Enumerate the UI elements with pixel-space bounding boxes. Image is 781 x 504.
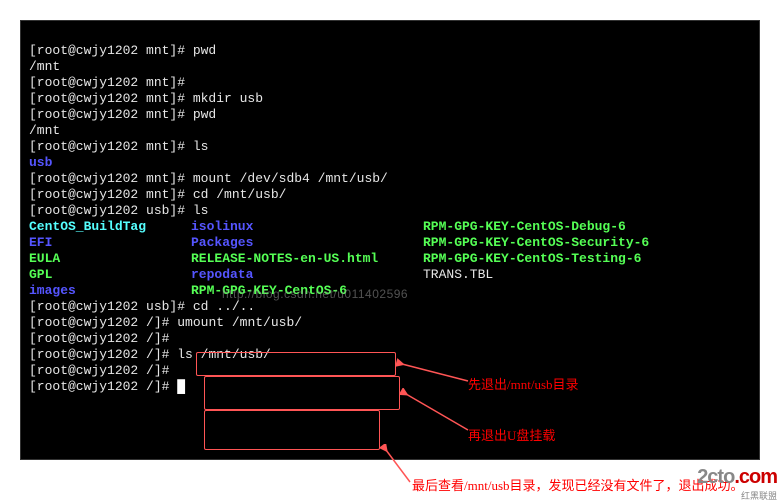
command-text: mount /dev/sdb4 /mnt/usb/ [193, 171, 388, 186]
file-entry: RPM-GPG-KEY-CentOS-Debug-6 [423, 219, 626, 235]
ls-row: GPLrepodataTRANS.TBL [29, 267, 751, 283]
shell-prompt: [root@cwjy1202 /]# [29, 331, 177, 346]
file-entry: RPM-GPG-KEY-CentOS-Security-6 [423, 235, 649, 251]
file-entry: repodata [191, 267, 423, 283]
shell-prompt: [root@cwjy1202 mnt]# [29, 43, 193, 58]
annotation-2: 再退出U盘挂载 [468, 428, 555, 444]
command-text: ls [193, 203, 209, 218]
file-entry: RPM-GPG-KEY-CentOS-Testing-6 [423, 251, 641, 267]
ls-row: CentOS_BuildTagisolinuxRPM-GPG-KEY-CentO… [29, 219, 751, 235]
shell-prompt: [root@cwjy1202 usb]# [29, 299, 193, 314]
terminal-line: [root@cwjy1202 mnt]# cd /mnt/usb/ [29, 187, 751, 203]
shell-prompt: [root@cwjy1202 mnt]# [29, 139, 193, 154]
terminal-line: [root@cwjy1202 /]# [29, 331, 751, 347]
shell-prompt: [root@cwjy1202 mnt]# [29, 91, 193, 106]
logo-suffix: .com [734, 466, 777, 488]
site-logo: 2cto.com 红黑联盟 [697, 466, 777, 502]
cursor: █ [177, 379, 185, 394]
shell-prompt: [root@cwjy1202 /]# [29, 379, 177, 394]
command-text: ls /mnt/usb/ [177, 347, 271, 362]
shell-prompt: [root@cwjy1202 mnt]# [29, 171, 193, 186]
file-entry: RPM-GPG-KEY-CentOS-6 [191, 283, 423, 299]
command-text: pwd [193, 43, 216, 58]
command-text: pwd [193, 107, 216, 122]
command-text: mkdir usb [193, 91, 263, 106]
command-text: umount /mnt/usb/ [177, 315, 302, 330]
file-entry: EULA [29, 251, 191, 267]
terminal-line: [root@cwjy1202 mnt]# mkdir usb [29, 91, 751, 107]
terminal-line: [root@cwjy1202 /]# [29, 363, 751, 379]
terminal-line: [root@cwjy1202 mnt]# [29, 75, 751, 91]
directory-name: usb [29, 155, 751, 171]
command-text: cd /mnt/usb/ [193, 187, 287, 202]
shell-prompt: [root@cwjy1202 mnt]# [29, 187, 193, 202]
terminal-window[interactable]: [root@cwjy1202 mnt]# pwd /mnt [root@cwjy… [20, 20, 760, 460]
file-entry: TRANS.TBL [423, 267, 493, 283]
annotation-1: 先退出/mnt/usb目录 [468, 377, 579, 393]
file-entry: images [29, 283, 191, 299]
ls-row: imagesRPM-GPG-KEY-CentOS-6 [29, 283, 751, 299]
terminal-line: [root@cwjy1202 mnt]# pwd [29, 43, 751, 59]
terminal-line: [root@cwjy1202 mnt]# mount /dev/sdb4 /mn… [29, 171, 751, 187]
file-entry: EFI [29, 235, 191, 251]
file-entry: isolinux [191, 219, 423, 235]
logo-subtitle: 红黑联盟 [697, 489, 777, 502]
shell-prompt: [root@cwjy1202 /]# [29, 347, 177, 362]
file-entry: RELEASE-NOTES-en-US.html [191, 251, 423, 267]
shell-prompt: [root@cwjy1202 mnt]# [29, 75, 193, 90]
terminal-line: [root@cwjy1202 /]# umount /mnt/usb/ [29, 315, 751, 331]
terminal-line: [root@cwjy1202 usb]# cd ../.. [29, 299, 751, 315]
ls-row: EULARELEASE-NOTES-en-US.htmlRPM-GPG-KEY-… [29, 251, 751, 267]
terminal-line: [root@cwjy1202 mnt]# pwd [29, 107, 751, 123]
terminal-line: [root@cwjy1202 usb]# ls [29, 203, 751, 219]
command-text: cd ../.. [193, 299, 255, 314]
command-text: ls [193, 139, 209, 154]
terminal-output: /mnt [29, 123, 751, 139]
file-entry: Packages [191, 235, 423, 251]
terminal-output: /mnt [29, 59, 751, 75]
ls-row: EFIPackagesRPM-GPG-KEY-CentOS-Security-6 [29, 235, 751, 251]
file-entry: CentOS_BuildTag [29, 219, 191, 235]
logo-name: 2cto [697, 466, 734, 488]
file-entry: GPL [29, 267, 191, 283]
terminal-line: [root@cwjy1202 mnt]# ls [29, 139, 751, 155]
shell-prompt: [root@cwjy1202 /]# [29, 315, 177, 330]
terminal-line [29, 27, 751, 43]
shell-prompt: [root@cwjy1202 /]# [29, 363, 177, 378]
terminal-line: [root@cwjy1202 /]# ls /mnt/usb/ [29, 347, 751, 363]
shell-prompt: [root@cwjy1202 usb]# [29, 203, 193, 218]
terminal-line: [root@cwjy1202 /]# █ [29, 379, 751, 395]
shell-prompt: [root@cwjy1202 mnt]# [29, 107, 193, 122]
